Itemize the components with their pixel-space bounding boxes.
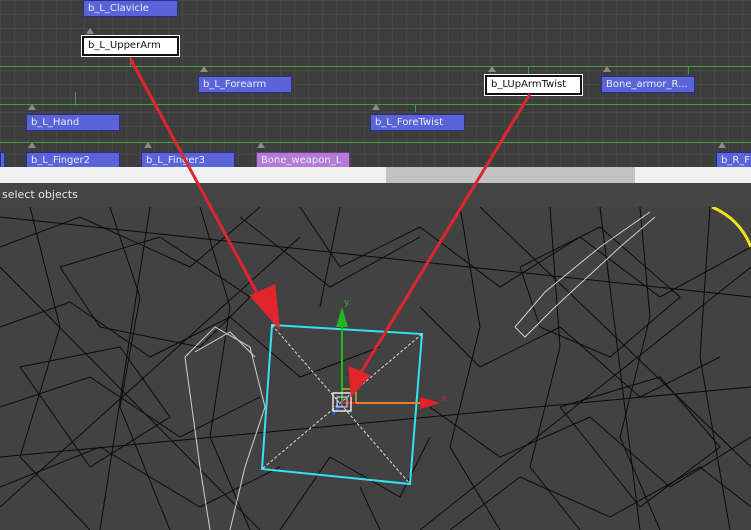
horizontal-scrollbar[interactable] (0, 167, 751, 183)
yellow-curve (711, 207, 751, 248)
node-expand-icon[interactable] (603, 66, 611, 72)
node-forearm[interactable]: b_L_Forearm (198, 76, 292, 93)
node-expand-icon[interactable] (28, 104, 36, 110)
node-partial-left[interactable] (0, 152, 5, 167)
schematic-link (130, 57, 131, 67)
node-r-partial[interactable]: b_R_F (716, 152, 751, 167)
node-uparmtwist[interactable]: b_LUpArmTwist (484, 74, 583, 96)
node-upperarm[interactable]: b_L_UpperArm (81, 35, 180, 57)
3d-viewport[interactable]: x y (0, 207, 751, 530)
node-expand-icon[interactable] (488, 66, 496, 72)
node-finger2[interactable]: b_L_Finger2 (26, 152, 120, 167)
node-hand[interactable]: b_L_Hand (26, 114, 120, 131)
schematic-link (415, 104, 416, 112)
node-clavicle[interactable]: b_L_Clavicle (83, 0, 178, 17)
gizmo-y-arrow (336, 307, 348, 327)
node-bone-armor[interactable]: Bone_armor_R... (601, 76, 695, 93)
node-expand-icon[interactable] (372, 104, 380, 110)
schematic-link (528, 66, 529, 74)
schematic-link (75, 104, 415, 105)
status-text: select objects (2, 188, 78, 201)
gizmo-x-label: x (441, 394, 447, 404)
node-expand-icon[interactable] (200, 66, 208, 72)
scrollbar-thumb[interactable] (386, 167, 635, 183)
node-expand-icon[interactable] (257, 142, 265, 148)
transform-gizmo: x y (332, 298, 447, 416)
node-expand-icon[interactable] (28, 142, 36, 148)
status-bar: select objects (0, 183, 751, 207)
schematic-view[interactable]: b_L_Clavicle b_L_UpperArm b_L_Forearm b_… (0, 0, 751, 167)
wireframe-mesh (0, 207, 751, 530)
wireframe-scene: x y (0, 207, 751, 530)
node-bone-weapon[interactable]: Bone_weapon_L (256, 152, 350, 167)
schematic-link (30, 142, 360, 143)
node-expand-icon[interactable] (86, 28, 94, 34)
node-expand-icon[interactable] (718, 142, 726, 148)
node-expand-icon[interactable] (144, 142, 152, 148)
node-foretwist[interactable]: b_L_ForeTwist (370, 114, 465, 131)
schematic-link (0, 66, 751, 67)
schematic-link (688, 66, 689, 74)
node-finger3[interactable]: b_L_Finger3 (141, 152, 235, 167)
gizmo-y-label: y (344, 298, 350, 308)
